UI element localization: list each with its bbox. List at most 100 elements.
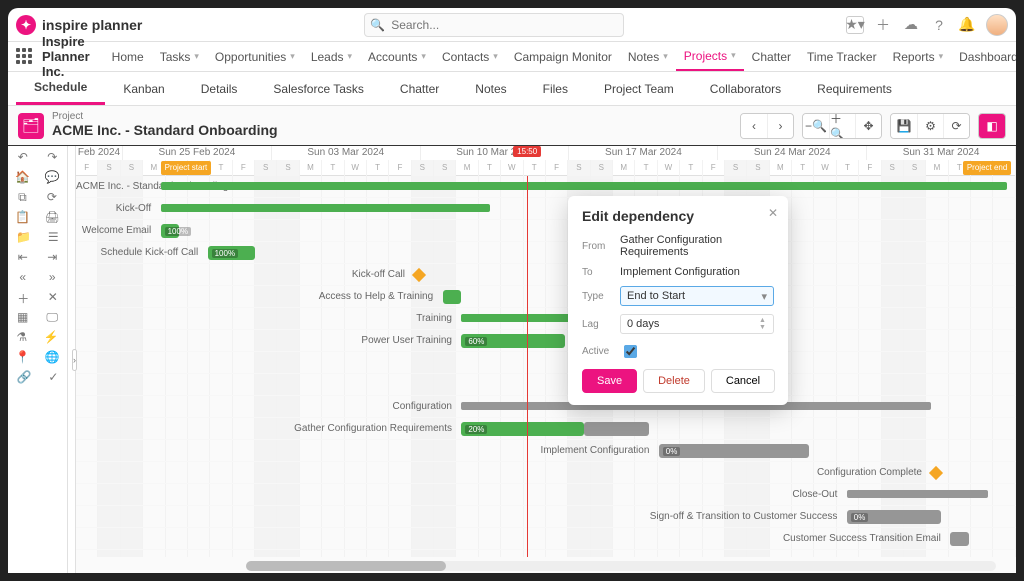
nav-tab-reports[interactable]: Reports▾ <box>885 42 952 71</box>
help-icon[interactable]: ? <box>930 16 948 34</box>
project-tab-salesforce-tasks[interactable]: Salesforce Tasks <box>255 72 382 105</box>
pin-icon[interactable]: 📍 <box>15 350 30 370</box>
indent-in-icon[interactable]: ⇤ <box>18 250 28 270</box>
nav-tab-tasks[interactable]: Tasks▾ <box>152 42 207 71</box>
undo-icon[interactable]: ↶ <box>18 150 28 170</box>
task-bar[interactable]: 0% <box>659 444 809 458</box>
gantt-row: Sign-off & Transition to Customer Succes… <box>76 506 1016 528</box>
milestone-icon[interactable] <box>412 268 426 282</box>
clipboard-icon[interactable]: 📋 <box>15 210 30 230</box>
notifications-icon[interactable]: 🔔 <box>958 16 976 34</box>
nav-tab-time-tracker[interactable]: Time Tracker <box>799 42 885 71</box>
filter-icon[interactable]: ⚗ <box>16 330 27 350</box>
task-bar[interactable] <box>847 490 988 498</box>
task-bar[interactable]: 0% <box>847 510 941 524</box>
project-tab-requirements[interactable]: Requirements <box>799 72 910 105</box>
user-avatar[interactable] <box>986 14 1008 36</box>
to-value: Implement Configuration <box>620 266 774 278</box>
app-launcher-icon[interactable] <box>16 48 32 66</box>
project-tab-files[interactable]: Files <box>525 72 586 105</box>
task-bar-remaining[interactable] <box>584 422 650 436</box>
project-tab-notes[interactable]: Notes <box>457 72 524 105</box>
milestone-icon[interactable] <box>929 466 943 480</box>
favorite-icon[interactable]: ★▾ <box>846 16 864 34</box>
print-icon[interactable]: 🖨 <box>45 210 60 230</box>
chat-icon[interactable]: 💬 <box>45 170 60 190</box>
task-bar[interactable]: 100% <box>161 224 180 238</box>
close-icon[interactable]: ✕ <box>768 206 778 220</box>
task-bar[interactable]: 60% <box>461 334 564 348</box>
indent-out-icon[interactable]: ⇥ <box>47 250 57 270</box>
folder-icon[interactable]: 📁 <box>16 230 31 250</box>
nav-tab-chatter[interactable]: Chatter <box>744 42 799 71</box>
gantt-split-handle[interactable]: › <box>68 146 76 573</box>
refresh-button[interactable]: ⟳ <box>943 114 969 138</box>
week-label: Sun 31 Mar 2024 <box>867 146 1016 160</box>
check-icon[interactable]: ✓ <box>48 370 58 390</box>
nav-tab-dashboards[interactable]: Dashboards▾ <box>951 42 1016 71</box>
project-tab-chatter[interactable]: Chatter <box>382 72 457 105</box>
project-type-label: Project <box>52 112 278 122</box>
task-bar[interactable] <box>161 182 1007 190</box>
nav-tab-opportunities[interactable]: Opportunities▾ <box>207 42 303 71</box>
grid-icon[interactable]: ▦ <box>17 310 28 330</box>
nav-tab-accounts[interactable]: Accounts▾ <box>360 42 434 71</box>
nav-tab-campaign-monitor[interactable]: Campaign Monitor <box>506 42 620 71</box>
lag-input[interactable]: 0 days▲▼ <box>620 314 774 334</box>
toolbar-nav: ‹ › <box>740 113 794 139</box>
project-tab-details[interactable]: Details <box>183 72 256 105</box>
refresh-icon[interactable]: ⟳ <box>47 190 57 210</box>
expand-icon[interactable]: » <box>49 270 56 290</box>
global-search[interactable]: 🔍 <box>364 13 624 37</box>
nav-tab-home[interactable]: Home <box>104 42 152 71</box>
cloud-icon[interactable]: ☁ <box>902 16 920 34</box>
task-bar[interactable] <box>950 532 969 546</box>
globe-icon[interactable]: 🌐 <box>45 350 60 370</box>
fit-button[interactable]: ✥ <box>855 114 881 138</box>
active-checkbox[interactable] <box>624 345 637 358</box>
save-button[interactable]: Save <box>582 369 637 393</box>
bolt-icon[interactable]: ⚡ <box>44 330 59 350</box>
delete-button[interactable]: Delete <box>643 369 705 393</box>
task-bar[interactable] <box>443 290 462 304</box>
project-tab-kanban[interactable]: Kanban <box>105 72 182 105</box>
scrollbar-thumb[interactable] <box>246 561 446 571</box>
zoom-out-button[interactable]: −🔍 <box>803 114 829 138</box>
nav-tab-contacts[interactable]: Contacts▾ <box>434 42 506 71</box>
task-bar[interactable]: 20% <box>461 422 583 436</box>
delete-row-icon[interactable]: ✕ <box>48 290 58 310</box>
link-icon[interactable]: 🔗 <box>16 370 31 390</box>
chevron-right-icon[interactable]: › <box>72 349 77 371</box>
home-icon[interactable]: 🏠 <box>15 170 30 190</box>
cancel-button[interactable]: Cancel <box>711 369 775 393</box>
gantt-body[interactable]: ACME Inc. - Standard OnboardingKick-OffW… <box>76 176 1016 557</box>
panel-toggle-button[interactable]: ◧ <box>979 114 1005 138</box>
project-tab-collaborators[interactable]: Collaborators <box>692 72 799 105</box>
add-icon[interactable]: ＋ <box>874 16 892 34</box>
nav-tab-notes[interactable]: Notes▾ <box>620 42 676 71</box>
zoom-in-button[interactable]: ＋🔍 <box>829 114 855 138</box>
project-tab-schedule[interactable]: Schedule <box>16 72 105 105</box>
collapse-icon[interactable]: « <box>19 270 26 290</box>
settings-icon-button[interactable]: ⚙ <box>917 114 943 138</box>
task-bar[interactable]: 100% <box>208 246 255 260</box>
screen-icon[interactable]: 🖵 <box>46 310 58 330</box>
save-icon-button[interactable]: 💾 <box>891 114 917 138</box>
prev-button[interactable]: ‹ <box>741 114 767 138</box>
next-button[interactable]: › <box>767 114 793 138</box>
lag-stepper[interactable]: ▲▼ <box>759 316 771 332</box>
gantt-chart[interactable]: Feb 2024Sun 25 Feb 2024Sun 03 Mar 2024Su… <box>76 146 1016 573</box>
task-label: Gather Configuration Requirements <box>76 418 452 440</box>
search-input[interactable] <box>364 13 624 37</box>
task-bar[interactable] <box>161 204 490 212</box>
type-select[interactable]: End to Start <box>620 286 774 306</box>
nav-tab-projects[interactable]: Projects▾ <box>676 42 744 71</box>
nav-tab-leads[interactable]: Leads▾ <box>303 42 360 71</box>
add-row-icon[interactable]: ＋ <box>17 290 29 310</box>
copy-icon[interactable]: ⧉ <box>18 190 27 210</box>
gantt-icon-sidebar: ↶ ↷ 🏠 💬 ⧉ ⟳ 📋 🖨 📁 ☰ ⇤ ⇥ « » ＋ ✕ ▦ 🖵 ⚗ ⚡ 📍 🌐 🔗 ✓ <box>8 146 68 573</box>
list-icon[interactable]: ☰ <box>48 230 59 250</box>
horizontal-scrollbar[interactable] <box>246 561 996 571</box>
project-tab-project-team[interactable]: Project Team <box>586 72 692 105</box>
redo-icon[interactable]: ↷ <box>47 150 57 170</box>
